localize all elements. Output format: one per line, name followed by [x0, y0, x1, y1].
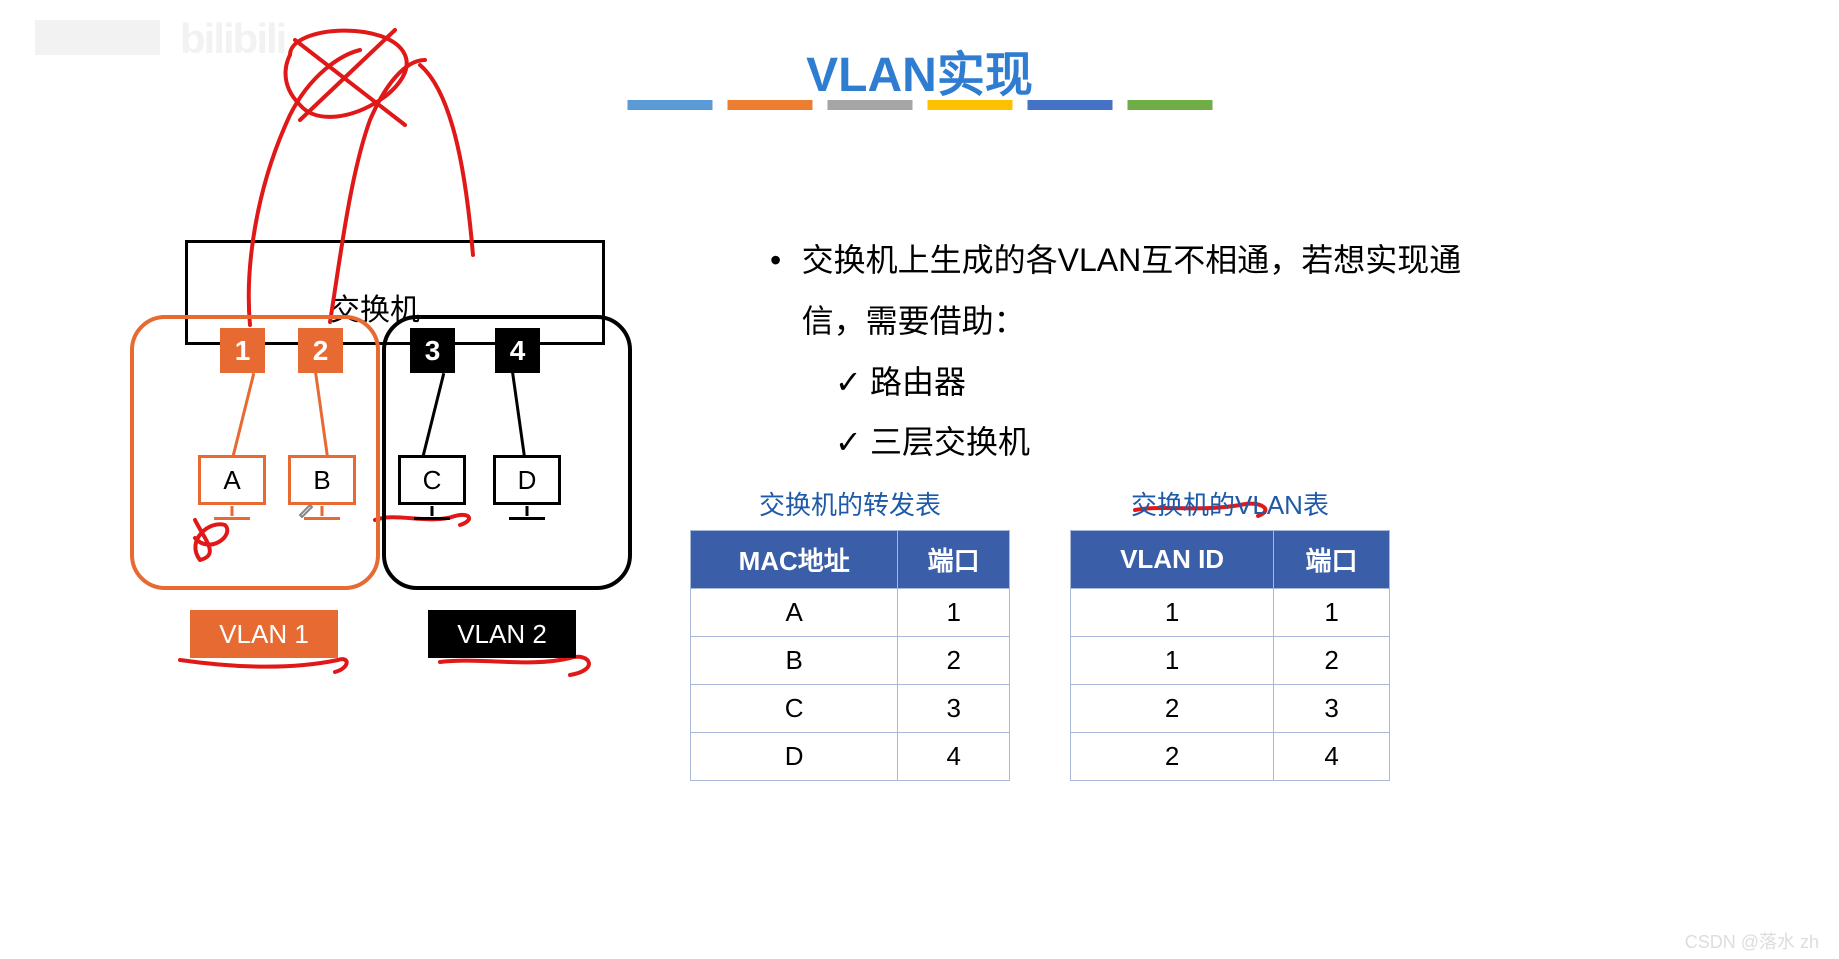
- port-1: 1: [220, 328, 265, 373]
- color-bar: [627, 100, 1212, 110]
- host-c: C: [398, 455, 466, 505]
- bullet-icon: •: [770, 230, 802, 352]
- table-row: 12: [1071, 637, 1390, 685]
- host-b: B: [288, 455, 356, 505]
- vlan2-badge: VLAN 2: [428, 610, 576, 658]
- port-3: 3: [410, 328, 455, 373]
- table-row: A1: [691, 589, 1010, 637]
- csdn-watermark: CSDN @落水 zh: [1685, 928, 1819, 954]
- table-row: C3: [691, 685, 1010, 733]
- table-row: 24: [1071, 733, 1390, 781]
- host-a: A: [198, 455, 266, 505]
- watermark-box: [35, 20, 160, 55]
- table1-h2: 端口: [898, 531, 1010, 589]
- seg-darkblue: [1027, 100, 1112, 110]
- port-2: 2: [298, 328, 343, 373]
- main-text: 交换机上生成的各VLAN互不相通，若想实现通信，需要借助：: [802, 230, 1500, 352]
- page-title: VLAN实现: [806, 35, 1033, 105]
- check-icon: ✓: [835, 352, 870, 413]
- table-row: 23: [1071, 685, 1390, 733]
- forwarding-table: 交换机的转发表 MAC地址 端口 A1 B2 C3 D4: [690, 485, 1010, 781]
- table-row: B2: [691, 637, 1010, 685]
- seg-green: [1127, 100, 1212, 110]
- check-icon: ✓: [835, 412, 870, 473]
- seg-grey: [827, 100, 912, 110]
- vlan1-badge: VLAN 1: [190, 610, 338, 658]
- tables-area: 交换机的转发表 MAC地址 端口 A1 B2 C3 D4 交换机的VLAN表 V…: [690, 485, 1390, 781]
- table2-h1: VLAN ID: [1071, 531, 1274, 589]
- table2-h2: 端口: [1274, 531, 1390, 589]
- seg-blue: [627, 100, 712, 110]
- seg-yellow: [927, 100, 1012, 110]
- item-l3switch: 三层交换机: [870, 424, 1030, 460]
- vlan-table: 交换机的VLAN表 VLAN ID 端口 11 12 23 24: [1070, 485, 1390, 781]
- network-diagram: 交换机 1 2 3 4 A B C D VLAN 1 VLAN 2: [130, 240, 680, 690]
- table-row: D4: [691, 733, 1010, 781]
- table-row: 11: [1071, 589, 1390, 637]
- bilibili-watermark: bilibili: [180, 15, 285, 63]
- seg-orange: [727, 100, 812, 110]
- explanation-text: • 交换机上生成的各VLAN互不相通，若想实现通信，需要借助： ✓路由器 ✓三层…: [770, 230, 1500, 473]
- item-router: 路由器: [870, 364, 966, 400]
- table1-title: 交换机的转发表: [690, 485, 1010, 522]
- host-d: D: [493, 455, 561, 505]
- table1-h1: MAC地址: [691, 531, 898, 589]
- port-4: 4: [495, 328, 540, 373]
- table2-title: 交换机的VLAN表: [1070, 485, 1390, 522]
